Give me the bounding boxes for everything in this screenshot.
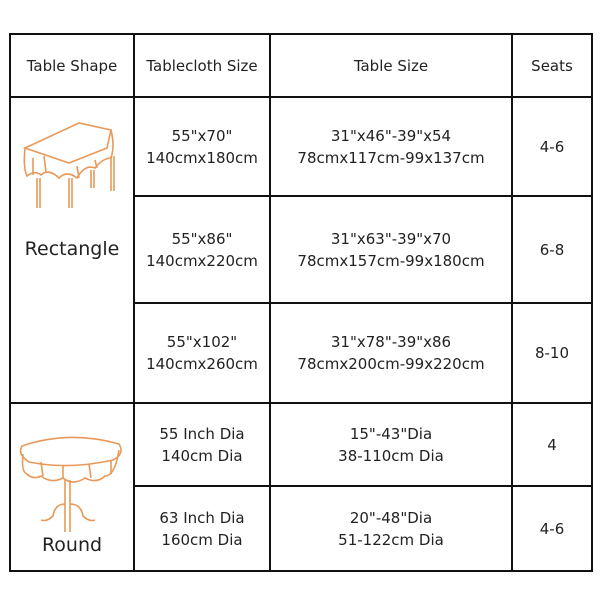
header-tablecloth-size: Tablecloth Size: [133, 33, 271, 98]
table-size-cell: 20"-48"Dia 51-122cm Dia: [269, 485, 513, 572]
cell-text-line: 31"x63"-39"x70: [330, 229, 452, 248]
header-table-shape: Table Shape: [9, 33, 135, 98]
cell-text-line: 140cmx180cm: [146, 148, 258, 167]
cloth-size-cell: 63 Inch Dia 160cm Dia: [133, 485, 271, 572]
table-size-cell: 31"x78"-39"x86 78cmx200cm-99x220cm: [269, 302, 513, 404]
cell-text-line: 31"x46"-39"x54: [330, 126, 452, 145]
seats-cell: 8-10: [511, 302, 593, 404]
cell-text-line: 140cmx220cm: [146, 251, 258, 270]
cloth-size-cell: 55"x102" 140cmx260cm: [133, 302, 271, 404]
cell-text-line: 38-110cm Dia: [338, 446, 444, 465]
cell-text-line: 20"-48"Dia: [349, 508, 433, 527]
seats-cell: 4-6: [511, 485, 593, 572]
cell-text-line: 51-122cm Dia: [338, 530, 444, 549]
shape-label-rectangle: Rectangle: [24, 238, 120, 260]
cell-text-line: 15"-43"Dia: [349, 424, 433, 443]
cell-text-line: 31"x78"-39"x86: [330, 333, 452, 351]
round-table-icon: [19, 436, 122, 532]
cell-text-line: 140cm Dia: [161, 446, 243, 465]
cell-text-line: 78cmx117cm-99x137cm: [297, 148, 485, 167]
table-row: Round 55 Inch Dia 140cm Dia 15"-43"Dia 38-…: [9, 402, 593, 572]
seats-cell: 6-8: [511, 195, 593, 304]
cell-text-line: 78cmx157cm-99x180cm: [297, 251, 485, 270]
shape-cell-rectangle: Rectangle: [9, 96, 135, 404]
rectangle-table-icon: [22, 122, 115, 208]
header-seats: Seats: [511, 33, 593, 98]
size-chart-table: Table Shape Tablecloth Size Table Size S…: [9, 33, 593, 572]
cell-text-line: 160cm Dia: [161, 530, 243, 549]
seats-cell: 4: [511, 402, 593, 487]
cell-text-line: 55"x102": [166, 333, 238, 351]
table-size-cell: 15"-43"Dia 38-110cm Dia: [269, 402, 513, 487]
cell-text-line: 55 Inch Dia: [159, 424, 245, 443]
cloth-size-cell: 55 Inch Dia 140cm Dia: [133, 402, 271, 487]
cell-text-line: 63 Inch Dia: [159, 508, 245, 527]
table-size-cell: 31"x46"-39"x54 78cmx117cm-99x137cm: [269, 96, 513, 197]
cell-text-line: 55"x70": [171, 126, 233, 145]
cloth-size-cell: 55"x86" 140cmx220cm: [133, 195, 271, 304]
table-size-cell: 31"x63"-39"x70 78cmx157cm-99x180cm: [269, 195, 513, 304]
cell-text-line: 78cmx200cm-99x220cm: [297, 355, 485, 373]
shape-label-round: Round: [41, 534, 103, 556]
seats-cell: 4-6: [511, 96, 593, 197]
shape-cell-round: Round: [9, 402, 135, 572]
header-row: Table Shape Tablecloth Size Table Size S…: [9, 33, 593, 98]
cell-text-line: 140cmx260cm: [146, 355, 258, 373]
table-row: Rectangle 55"x70" 140cmx180cm 31"x46"-39"…: [9, 96, 593, 404]
cloth-size-cell: 55"x70" 140cmx180cm: [133, 96, 271, 197]
cell-text-line: 55"x86": [171, 229, 233, 248]
header-table-size: Table Size: [269, 33, 513, 98]
